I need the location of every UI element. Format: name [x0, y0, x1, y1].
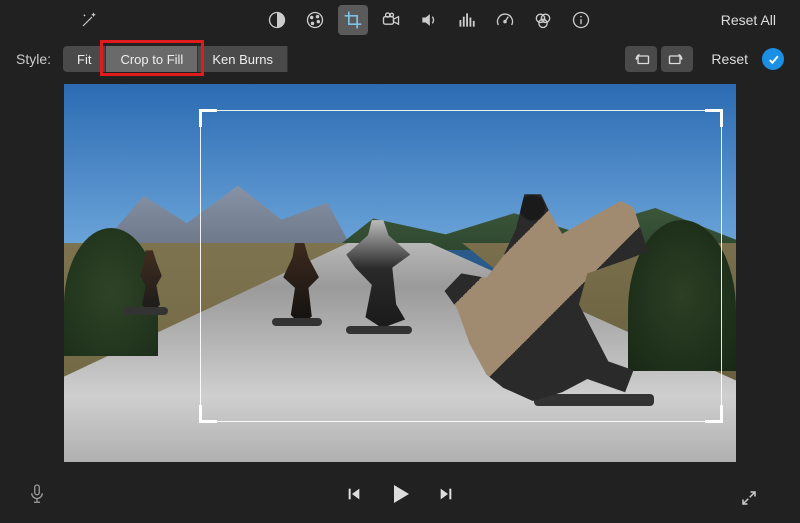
color-balance-icon[interactable]	[262, 5, 292, 35]
previous-button[interactable]	[346, 486, 362, 502]
crop-handle-bottom-left[interactable]	[199, 405, 217, 423]
style-bar-right: Reset	[625, 46, 784, 72]
play-icon	[388, 482, 412, 506]
style-option-fit[interactable]: Fit	[63, 46, 106, 72]
playback-controls	[346, 482, 454, 506]
crop-rectangle[interactable]	[200, 110, 722, 422]
effects-toolbar: Reset All	[0, 0, 800, 40]
previous-frame-icon	[346, 486, 362, 502]
toolbar-right: Reset All	[713, 8, 784, 32]
style-segmented-control: Fit Crop to Fill Ken Burns	[63, 46, 288, 72]
rotate-right-icon	[668, 51, 686, 67]
speed-gauge-icon[interactable]	[490, 5, 520, 35]
reset-button[interactable]: Reset	[711, 51, 748, 67]
crop-style-bar: Style: Fit Crop to Fill Ken Burns Reset	[0, 40, 800, 84]
reset-all-button[interactable]: Reset All	[713, 8, 784, 32]
fullscreen-button[interactable]	[740, 489, 758, 507]
playback-bar	[0, 469, 800, 523]
toolbar-left	[16, 5, 146, 35]
preview-wrap	[0, 84, 800, 462]
microphone-icon	[28, 483, 46, 505]
info-icon[interactable]	[566, 5, 596, 35]
toolbar-center	[146, 5, 713, 35]
crop-handle-top-left[interactable]	[199, 109, 217, 127]
color-palette-icon[interactable]	[300, 5, 330, 35]
crop-handle-bottom-right[interactable]	[705, 405, 723, 423]
rotate-left-icon	[632, 51, 650, 67]
video-camera-icon[interactable]	[376, 5, 406, 35]
apply-button[interactable]	[762, 48, 784, 70]
play-button[interactable]	[388, 482, 412, 506]
video-preview[interactable]	[64, 84, 736, 462]
crop-icon[interactable]	[338, 5, 368, 35]
magic-wand-icon[interactable]	[74, 5, 104, 35]
crop-handle-top-right[interactable]	[705, 109, 723, 127]
volume-icon[interactable]	[414, 5, 444, 35]
equalizer-icon[interactable]	[452, 5, 482, 35]
next-frame-icon	[438, 486, 454, 502]
next-button[interactable]	[438, 486, 454, 502]
style-label: Style:	[16, 51, 51, 67]
rotate-cw-button[interactable]	[661, 46, 693, 72]
fullscreen-icon	[740, 489, 758, 507]
color-filters-icon[interactable]	[528, 5, 558, 35]
rotate-ccw-button[interactable]	[625, 46, 657, 72]
style-option-ken-burns[interactable]: Ken Burns	[198, 46, 288, 72]
apply-checkmark-icon	[767, 53, 780, 66]
voiceover-button[interactable]	[28, 483, 46, 505]
style-option-crop-to-fill[interactable]: Crop to Fill	[106, 46, 198, 72]
